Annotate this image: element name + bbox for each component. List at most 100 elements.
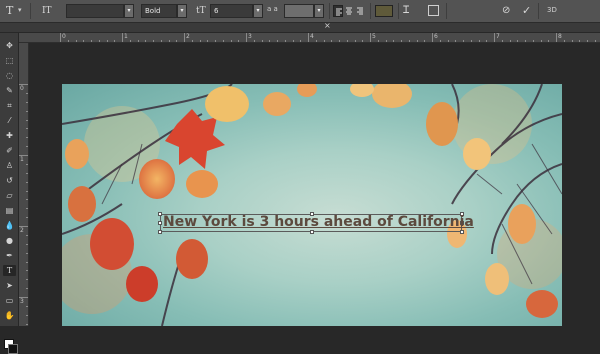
ruler-tick	[26, 119, 28, 121]
blur-tool-icon[interactable]: 💧	[3, 220, 16, 231]
ruler-tick	[26, 199, 28, 201]
transform-handle[interactable]	[158, 221, 162, 225]
ruler-tick	[501, 40, 503, 42]
ruler-tick	[26, 110, 28, 112]
warp-text-icon[interactable]: Ꮖ	[403, 3, 410, 19]
character-panel-icon[interactable]	[428, 5, 439, 16]
options-bar: T ▾ IT ▾ Bold ▾ tT 6 ▾ a a ▾ Ꮖ ⊘ ✓ 3D	[0, 0, 600, 23]
pen-tool-icon[interactable]: ✒	[3, 250, 16, 261]
ruler-tick	[160, 40, 162, 42]
ruler-label: 0	[20, 85, 24, 92]
transform-handle[interactable]	[158, 212, 162, 216]
ruler-tick	[370, 33, 371, 42]
type-tool-preset-icon[interactable]: T	[6, 3, 13, 19]
ruler-tick	[26, 234, 28, 236]
move-tool-icon[interactable]: ✥	[3, 40, 16, 51]
autumn-leaves-photo	[62, 84, 562, 326]
font-family-select[interactable]	[66, 4, 124, 18]
ruler-label: 8	[558, 33, 562, 40]
ruler-tick	[26, 217, 28, 219]
close-document-icon[interactable]: ×	[324, 21, 331, 30]
ruler-tick	[253, 40, 255, 42]
font-family-dropdown-icon[interactable]: ▾	[124, 4, 134, 18]
font-size-icon: tT	[196, 6, 206, 16]
ruler-tick	[408, 40, 410, 42]
crop-tool-icon[interactable]: ⌗	[3, 100, 16, 111]
ruler-tick	[19, 297, 28, 298]
align-left-icon[interactable]	[333, 5, 343, 17]
ruler-tick	[300, 40, 302, 42]
ruler-tick	[191, 40, 193, 42]
ruler-tick	[26, 288, 28, 290]
ruler-tick	[548, 40, 550, 42]
eyedropper-tool-icon[interactable]: ⁄	[3, 115, 16, 126]
clone-stamp-tool-icon[interactable]: ♙	[3, 160, 16, 171]
ruler-label: 1	[124, 33, 128, 40]
3d-button[interactable]: 3D	[547, 6, 557, 14]
type-layer-text[interactable]: New York is 3 hours ahead of California	[163, 214, 474, 230]
anti-alias-dropdown-icon[interactable]: ▾	[314, 4, 324, 18]
ruler-tick	[432, 33, 433, 42]
ruler-tick	[19, 84, 28, 85]
font-style-dropdown-icon[interactable]: ▾	[177, 4, 187, 18]
dodge-tool-icon[interactable]: ●	[3, 235, 16, 246]
transform-handle[interactable]	[460, 230, 464, 234]
ruler-tick	[145, 40, 147, 42]
preset-dropdown-icon[interactable]: ▾	[18, 6, 22, 14]
ruler-tick	[517, 40, 519, 42]
quick-selection-tool-icon[interactable]: ✎	[3, 85, 16, 96]
background-color-swatch[interactable]	[8, 344, 18, 354]
align-right-icon[interactable]	[355, 5, 365, 17]
font-size-dropdown-icon[interactable]: ▾	[253, 4, 263, 18]
ruler-tick	[153, 40, 154, 42]
ruler-label: 3	[20, 298, 24, 305]
path-selection-tool-icon[interactable]: ➤	[3, 280, 16, 291]
ruler-tick	[26, 181, 28, 183]
gradient-tool-icon[interactable]: ▤	[3, 205, 16, 216]
font-style-select[interactable]: Bold	[141, 4, 177, 18]
ruler-tick	[439, 40, 441, 42]
anti-alias-select[interactable]	[284, 4, 314, 18]
transform-handle[interactable]	[158, 230, 162, 234]
ruler-tick	[26, 305, 28, 307]
ruler-label: 2	[186, 33, 190, 40]
brush-tool-icon[interactable]: ✐	[3, 145, 16, 156]
marquee-tool-icon[interactable]: ⬚	[3, 55, 16, 66]
lasso-tool-icon[interactable]: ◌	[3, 70, 16, 81]
text-color-swatch[interactable]	[375, 5, 393, 17]
ruler-tick	[385, 40, 387, 42]
commit-icon[interactable]: ✓	[522, 3, 531, 19]
ruler-tick	[594, 40, 596, 42]
ruler-label: 1	[20, 156, 24, 163]
ruler-tick	[19, 155, 28, 156]
separator	[398, 3, 399, 19]
separator	[329, 3, 330, 19]
toggle-text-orientation-icon[interactable]: IT	[42, 3, 52, 19]
ruler-tick	[26, 314, 28, 316]
rectangle-tool-icon[interactable]: ▭	[3, 295, 16, 306]
eraser-tool-icon[interactable]: ▱	[3, 190, 16, 201]
ruler-tick	[26, 208, 28, 210]
ruler-label: 5	[372, 33, 376, 40]
document-canvas[interactable]: New York is 3 hours ahead of California	[62, 84, 562, 326]
history-brush-tool-icon[interactable]: ↺	[3, 175, 16, 186]
ruler-tick	[509, 40, 511, 42]
hand-tool-icon[interactable]: ✋	[3, 310, 16, 321]
ruler-tick	[494, 33, 495, 42]
ruler-tick	[230, 40, 232, 42]
ruler-tick	[19, 226, 28, 227]
ruler-tick	[556, 33, 557, 42]
ruler-tick	[83, 40, 85, 42]
type-tool-icon[interactable]: T	[3, 265, 16, 276]
ruler-tick	[26, 146, 28, 148]
ruler-tick	[106, 40, 108, 42]
cancel-icon[interactable]: ⊘	[502, 3, 510, 19]
healing-brush-tool-icon[interactable]: ✚	[3, 130, 16, 141]
align-center-icon[interactable]	[344, 5, 354, 17]
ruler-tick	[238, 40, 240, 42]
font-size-input[interactable]: 6	[210, 4, 253, 18]
document-tab-strip: ×	[0, 21, 600, 32]
transform-handle[interactable]	[310, 230, 314, 234]
horizontal-ruler: 0 1 2 3 4 5 6 7 8	[19, 33, 600, 43]
ruler-tick	[261, 40, 263, 42]
